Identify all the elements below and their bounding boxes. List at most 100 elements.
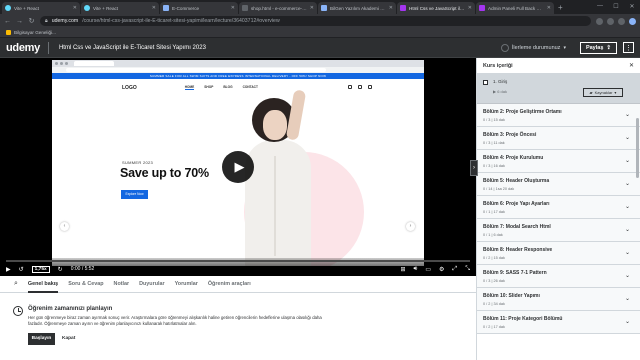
course-content-sidebar: Kurs içeriği ✕ 1. Giriş ▶︎ 6 dak ▰ Kaynak… [476, 58, 640, 360]
slide-navbar: LOGO HOME SHOP BLOG CONTACT [52, 79, 424, 96]
udemy-icon [479, 5, 485, 11]
maximize-icon[interactable]: ☐ [608, 0, 624, 12]
section-title: Bölüm 10: Slider Yapımı [483, 293, 540, 299]
resources-dropdown[interactable]: ▰ Kaynaklar ▾ [583, 88, 623, 97]
folder-icon: ▰ [589, 90, 593, 95]
section-item[interactable]: Bölüm 6: Proje Yapı Ayarları 0 / 1 | 17 d… [477, 196, 640, 219]
section-item[interactable]: Bölüm 4: Proje Kurulumu 0 / 3 | 16 dak ⌄ [477, 150, 640, 173]
share-button[interactable]: Paylaş ⇪ [579, 41, 617, 54]
section-meta: 0 / 1 | 17 dak [483, 210, 505, 214]
slide-menu-item: HOME [184, 85, 195, 90]
profile-avatar[interactable] [629, 17, 636, 25]
extension-icon[interactable] [618, 17, 625, 25]
start-button[interactable]: Başlayın [28, 333, 55, 345]
close-icon[interactable]: ✕ [73, 5, 77, 11]
browser-tab[interactable]: shop.html - e-commerce-udemy✕ [239, 2, 317, 14]
fullscreen-icon[interactable]: ⤢ [452, 266, 457, 273]
current-lesson[interactable]: 1. Giriş ▶︎ 6 dak ▰ Kaynaklar ▾ [477, 74, 640, 104]
tab-learning-tools[interactable]: Öğrenim araçları [208, 276, 251, 293]
video-controls: ▶ ↺ 1,75x ↻ 0:00 / 5:52 ⊞ 🔊︎ ▭ ⚙ ⤢ ⤡ [0, 258, 476, 276]
duration-text: 6 dak [497, 89, 507, 94]
url-field[interactable]: 🔒︎ udemy.com/course/html-css-javascript-… [40, 16, 591, 26]
hero-subtitle: SUMMER 2023 [122, 160, 154, 165]
play-small-icon[interactable]: ▶ [6, 266, 11, 273]
close-icon[interactable]: ✕ [231, 5, 235, 11]
overview-panel: Öğrenim zamanınızı planlayın Her gün öğr… [0, 293, 476, 360]
chevron-down-icon: ⌄ [624, 319, 630, 325]
browser-tab[interactable]: E-Commerce ✕ [160, 2, 238, 14]
lesson-checkbox[interactable] [483, 80, 488, 85]
browser-tab[interactable]: Vite + React ✕ [2, 2, 80, 14]
captions-icon[interactable]: ▭ [425, 266, 431, 273]
udemy-logo[interactable]: udemy [6, 42, 40, 54]
volume-icon[interactable]: 🔊︎ [414, 266, 418, 273]
address-bar: ← → ↻ 🔒︎ udemy.com/course/html-css-javas… [0, 14, 640, 28]
section-title: Bölüm 2: Proje Geliştirme Ortamı [483, 109, 562, 115]
close-icon[interactable]: ✕ [547, 5, 551, 11]
section-item[interactable]: Bölüm 10: Slider Yapımı 0 / 2 | 34 dak ⌄ [477, 288, 640, 311]
search-icon[interactable]: ⌕ [14, 280, 18, 288]
browser-tab[interactable]: Vite + React ✕ [81, 2, 159, 14]
section-title: Bölüm 6: Proje Yapı Ayarları [483, 201, 550, 207]
browser-tab[interactable]: Admin Paneli Full Back React İle✕ [476, 2, 554, 14]
page-icon [163, 5, 169, 11]
back-icon[interactable]: ← [4, 18, 11, 25]
close-icon[interactable]: ✕ [629, 62, 634, 69]
section-title: Bölüm 9: SASS 7-1 Pattern [483, 270, 547, 276]
video-progress-bar[interactable] [6, 260, 470, 262]
play-icon[interactable]: ▶ [222, 151, 254, 183]
close-icon[interactable]: ✕ [468, 5, 472, 11]
section-title: Bölüm 3: Proje Öncesi [483, 132, 537, 138]
close-window-icon[interactable]: ✕ [624, 0, 640, 12]
tab-reviews[interactable]: Yorumlar [175, 276, 198, 293]
video-player[interactable]: SUMMER SALE FOR ALL SWIM SUITS AND FREE … [0, 58, 476, 276]
rewind-icon[interactable]: ↺ [19, 266, 24, 273]
react-icon [84, 5, 90, 11]
close-icon[interactable]: ✕ [310, 5, 314, 11]
section-item[interactable]: Bölüm 5: Header Oluşturma 0 / 14 | 1sa 20… [477, 173, 640, 196]
tab-notes[interactable]: Notlar [114, 276, 130, 293]
section-item[interactable]: Bölüm 2: Proje Geliştirme Ortamı 0 / 3 | … [477, 104, 640, 127]
section-item[interactable]: Bölüm 3: Proje Öncesi 0 / 3 | 11 dak ⌄ [477, 127, 640, 150]
extension-icon[interactable] [596, 17, 603, 25]
section-item[interactable]: Bölüm 8: Header Responsive 0 / 2 | 15 dak… [477, 242, 640, 265]
browser-tab-bar: Vite + React ✕ Vite + React ✕ E-Commerce ✕ … [0, 0, 640, 14]
scrollbar[interactable] [636, 118, 639, 178]
tab-label: BilGen Yazılım Akademi | Bilgisayar [330, 5, 386, 11]
course-header: udemy Html Css ve JavaScript ile E-Ticar… [0, 38, 640, 58]
close-icon[interactable]: ✕ [389, 5, 393, 11]
sidebar-toggle-arrow[interactable]: › [470, 160, 478, 176]
new-tab-button[interactable]: + [558, 2, 563, 14]
forward-icon[interactable]: → [16, 18, 23, 25]
expand-icon[interactable]: ⤡ [465, 266, 470, 273]
sidebar-title: Kurs içeriği [483, 62, 513, 69]
reload-icon[interactable]: ↻ [28, 17, 35, 25]
bookmark-note-icon[interactable]: ⊞ [401, 266, 406, 273]
tab-label: shop.html - e-commerce-udemy [251, 5, 307, 11]
lock-icon: 🔒︎ [45, 17, 48, 24]
forward-skip-icon[interactable]: ↻ [58, 266, 63, 273]
browser-tab-active[interactable]: Html Css ve JavaScript ile E-Ticaret✕ [397, 2, 475, 14]
extension-icon[interactable] [607, 17, 614, 25]
section-item[interactable]: Bölüm 9: SASS 7-1 Pattern 0 / 3 | 26 dak ⌄ [477, 265, 640, 288]
lesson-duration: ▶︎ 6 dak [493, 89, 507, 94]
speed-button[interactable]: 1,75x [31, 265, 50, 273]
slide-logo: LOGO [122, 84, 137, 91]
section-item[interactable]: Bölüm 7: Modal Search Html 0 / 1 | 6 dak ⌄ [477, 219, 640, 242]
bookmark-item[interactable]: Bilgisayar Geneliği... [14, 30, 56, 35]
minimize-icon[interactable]: — [592, 0, 608, 12]
progress-dropdown[interactable]: İlerleme durumunuz ▾ [500, 43, 566, 52]
tab-qa[interactable]: Soru & Cevap [68, 276, 103, 293]
dismiss-button[interactable]: Kapat [62, 333, 75, 345]
close-icon[interactable]: ✕ [152, 5, 156, 11]
udemy-icon [400, 5, 406, 11]
tab-label: Vite + React [93, 5, 119, 11]
tab-overview[interactable]: Genel bakış [27, 276, 59, 293]
tab-announcements[interactable]: Duyurular [139, 276, 164, 293]
section-item[interactable]: Bölüm 11: Proje Kategori Bölümü 0 / 2 | 1… [477, 311, 640, 334]
course-title[interactable]: Html Css ve JavaScript ile E-Ticaret Sit… [59, 45, 501, 51]
settings-gear-icon[interactable]: ⚙ [439, 266, 444, 273]
window-controls: — ☐ ✕ [592, 0, 640, 12]
browser-tab[interactable]: BilGen Yazılım Akademi | Bilgisayar✕ [318, 2, 396, 14]
more-options-button[interactable]: ⋮ [623, 42, 634, 53]
